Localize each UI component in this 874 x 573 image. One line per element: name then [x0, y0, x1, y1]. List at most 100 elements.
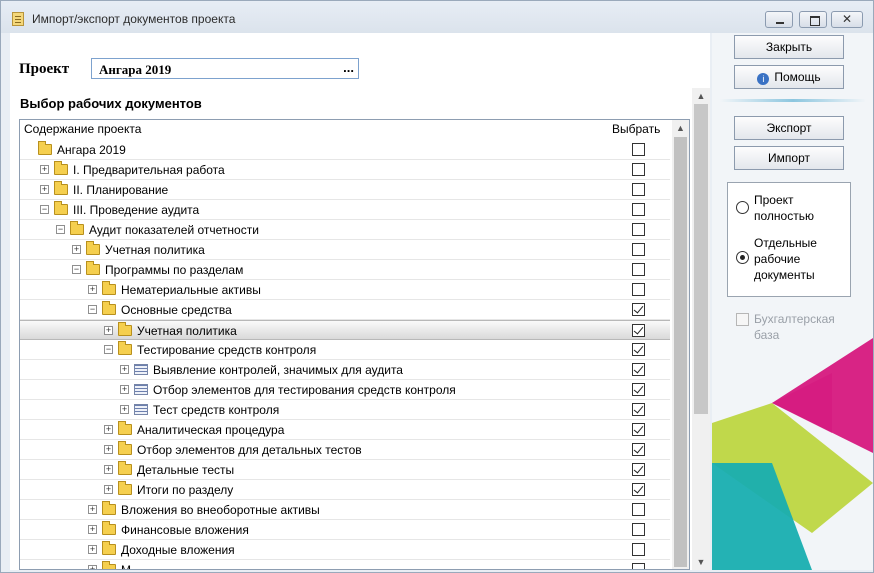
maximize-button[interactable] [799, 11, 827, 28]
select-checkbox[interactable] [632, 263, 645, 276]
expand-icon[interactable]: + [88, 285, 97, 294]
select-checkbox[interactable] [632, 303, 645, 316]
import-button[interactable]: Импорт [734, 146, 844, 170]
tree-row[interactable]: + Учетная политика [20, 320, 670, 340]
tree-row[interactable]: + Отбор элементов для тестирования средст… [20, 380, 670, 400]
select-checkbox[interactable] [632, 223, 645, 236]
tree-scroll-thumb[interactable] [674, 137, 687, 567]
sidebar: Закрыть i Помощь Экспорт Импорт Проект по… [712, 33, 873, 570]
tree-row[interactable]: + I. Предварительная работа [20, 160, 670, 180]
tree-row[interactable]: + Отбор элементов для детальных тестов [20, 440, 670, 460]
expand-icon[interactable]: + [88, 505, 97, 514]
expand-icon[interactable]: + [120, 405, 129, 414]
collapse-icon[interactable]: − [88, 305, 97, 314]
expand-icon[interactable]: + [88, 545, 97, 554]
tree-row[interactable]: + Тест средств контроля [20, 400, 670, 420]
tree-row[interactable]: − Программы по разделам [20, 260, 670, 280]
select-checkbox[interactable] [632, 423, 645, 436]
tree-row[interactable]: − Тестирование средств контроля [20, 340, 670, 360]
select-checkbox[interactable] [632, 503, 645, 516]
folder-icon [54, 181, 68, 195]
expand-icon[interactable]: + [104, 485, 113, 494]
tree-row[interactable]: + Учетная политика [20, 240, 670, 260]
column-header-content[interactable]: Содержание проекта [24, 122, 141, 136]
select-checkbox[interactable] [632, 363, 645, 376]
select-checkbox[interactable] [632, 163, 645, 176]
tree-row[interactable]: + Финансовые вложения [20, 520, 670, 540]
expand-icon[interactable]: + [88, 565, 97, 569]
select-checkbox[interactable] [632, 403, 645, 416]
expand-icon[interactable]: + [120, 365, 129, 374]
select-checkbox[interactable] [632, 343, 645, 356]
collapse-icon[interactable]: − [56, 225, 65, 234]
select-checkbox[interactable] [632, 203, 645, 216]
column-header-select[interactable]: Выбрать [612, 122, 660, 136]
radio-separate-docs[interactable] [736, 251, 749, 264]
select-checkbox[interactable] [632, 563, 645, 569]
tree-row[interactable]: − Аудит показателей отчетности [20, 220, 670, 240]
expand-icon[interactable]: + [40, 165, 49, 174]
panel-scrollbar[interactable]: ▲ ▼ [692, 88, 710, 570]
radio-whole-project-label[interactable]: Проект полностью [754, 192, 834, 224]
tree-row[interactable]: + Доходные вложения [20, 540, 670, 560]
export-button-label: Экспорт [766, 121, 812, 135]
tree-row[interactable]: − III. Проведение аудита [20, 200, 670, 220]
tree-row[interactable]: + М [20, 560, 670, 569]
select-checkbox[interactable] [632, 143, 645, 156]
expand-icon[interactable]: + [104, 465, 113, 474]
select-checkbox[interactable] [632, 443, 645, 456]
help-button[interactable]: i Помощь [734, 65, 844, 89]
tree-row[interactable]: + Детальные тесты [20, 460, 670, 480]
tree-row[interactable]: + Аналитическая процедура [20, 420, 670, 440]
select-checkbox[interactable] [632, 243, 645, 256]
tree-row[interactable]: + Вложения во внеоборотные активы [20, 500, 670, 520]
tree-row[interactable]: + Выявление контролей, значимых для аудит… [20, 360, 670, 380]
expand-icon[interactable]: + [104, 326, 113, 335]
select-checkbox[interactable] [632, 283, 645, 296]
tree-scrollbar[interactable]: ▲ [672, 120, 689, 569]
tree-row[interactable]: − Основные средства [20, 300, 670, 320]
tree-row-label: Ангара 2019 [57, 143, 126, 157]
panel-scroll-thumb[interactable] [694, 104, 708, 414]
panel-scroll-up-icon[interactable]: ▲ [692, 88, 710, 104]
radio-whole-project[interactable] [736, 201, 749, 214]
close-button[interactable]: Закрыть [734, 35, 844, 59]
import-export-window: Импорт/экспорт документов проекта ✕ Прое… [0, 0, 874, 573]
select-checkbox[interactable] [632, 463, 645, 476]
select-checkbox[interactable] [632, 523, 645, 536]
minimize-button[interactable] [765, 11, 793, 28]
expand-icon[interactable]: + [72, 245, 81, 254]
title-bar[interactable]: Импорт/экспорт документов проекта ✕ [1, 1, 873, 33]
collapse-icon[interactable]: − [104, 345, 113, 354]
expand-icon[interactable]: + [104, 425, 113, 434]
folder-icon [118, 481, 132, 495]
project-field[interactable]: Ангара 2019 ... [91, 58, 359, 79]
expand-icon[interactable]: + [104, 445, 113, 454]
select-checkbox[interactable] [632, 483, 645, 496]
select-checkbox[interactable] [632, 324, 645, 337]
collapse-icon[interactable]: − [40, 205, 49, 214]
radio-separate-docs-label[interactable]: Отдельные рабочие документы [754, 235, 832, 283]
scroll-up-icon[interactable]: ▲ [672, 120, 689, 136]
panel-scroll-down-icon[interactable]: ▼ [692, 554, 710, 570]
select-checkbox[interactable] [632, 543, 645, 556]
info-icon: i [757, 73, 770, 85]
folder-icon [102, 541, 116, 555]
close-window-button[interactable]: ✕ [831, 11, 863, 28]
document-app-icon [12, 12, 24, 26]
tree-row[interactable]: + Нематериальные активы [20, 280, 670, 300]
buh-base-checkbox[interactable] [736, 313, 749, 326]
select-checkbox[interactable] [632, 183, 645, 196]
tree-row[interactable]: Ангара 2019 [20, 140, 670, 160]
expand-icon[interactable]: + [120, 385, 129, 394]
select-checkbox[interactable] [632, 383, 645, 396]
folder-icon [70, 221, 84, 235]
expand-icon[interactable]: + [88, 525, 97, 534]
collapse-icon[interactable]: − [72, 265, 81, 274]
tree-row[interactable]: + Итоги по разделу [20, 480, 670, 500]
expand-icon[interactable]: + [40, 185, 49, 194]
export-button[interactable]: Экспорт [734, 116, 844, 140]
browse-project-button[interactable]: ... [343, 60, 354, 75]
tree-row[interactable]: + II. Планирование [20, 180, 670, 200]
folder-icon [102, 281, 116, 295]
